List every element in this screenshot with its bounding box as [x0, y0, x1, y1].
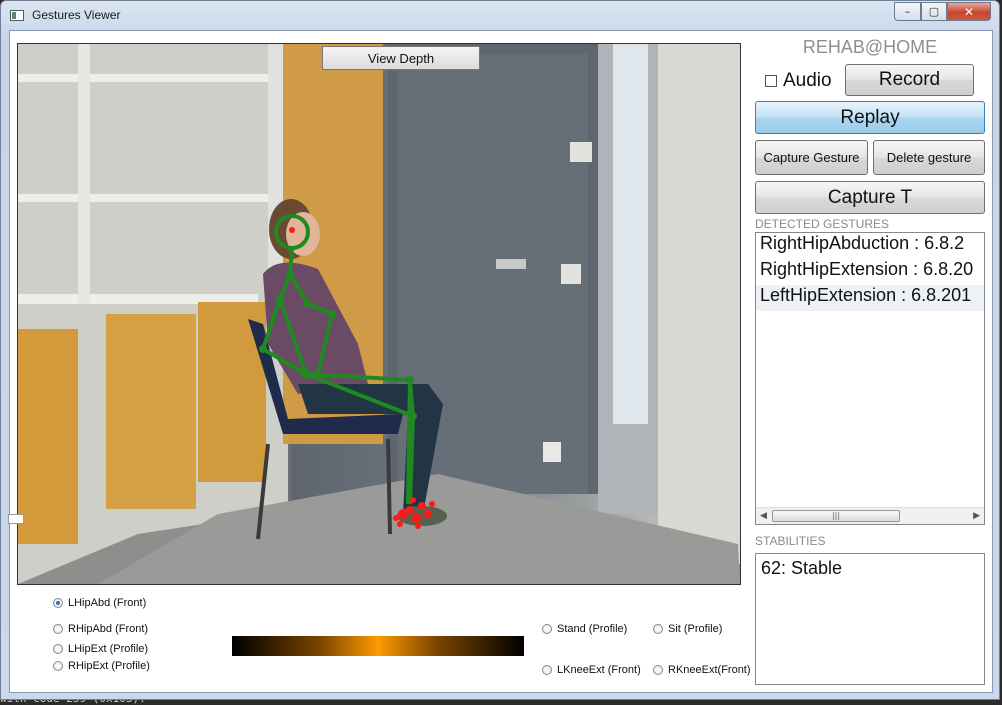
option-label: LKneeExt (Front): [557, 664, 641, 676]
camera-scene: [18, 44, 740, 584]
capture-t-button[interactable]: Capture T: [755, 181, 985, 214]
option-lkneeext-front[interactable]: LKneeExt (Front): [542, 664, 641, 676]
app-window: Gestures Viewer – ▢ ✕ View Depth REHAB@H…: [0, 0, 1000, 700]
radio-icon[interactable]: [542, 665, 552, 675]
radio-icon[interactable]: [53, 624, 63, 634]
option-label: RHipExt (Profile): [68, 660, 150, 672]
close-button[interactable]: ✕: [947, 2, 991, 21]
stability-entry: 62: Stable: [761, 558, 843, 578]
radio-icon[interactable]: [53, 661, 63, 671]
side-slider-thumb[interactable]: [8, 514, 24, 524]
option-sit-profile[interactable]: Sit (Profile): [653, 623, 722, 635]
client-area: View Depth REHAB@HOME Audio Record Repla…: [8, 30, 993, 693]
list-item[interactable]: RightHipExtension : 6.8.20: [756, 259, 984, 285]
scroll-left-icon[interactable]: ◀: [760, 511, 767, 521]
audio-toggle[interactable]: Audio: [765, 70, 832, 92]
option-rhipabd-front[interactable]: RHipAbd (Front): [53, 623, 148, 635]
option-label: RHipAbd (Front): [68, 623, 149, 635]
audio-checkbox[interactable]: [765, 75, 777, 87]
replay-button[interactable]: Replay: [755, 101, 985, 134]
maximize-icon: ▢: [928, 5, 940, 18]
option-lhipext-profile[interactable]: LHipExt (Profile): [53, 643, 148, 655]
audio-label: Audio: [783, 70, 832, 91]
radio-icon[interactable]: [53, 598, 63, 608]
radio-icon[interactable]: [53, 644, 63, 654]
stabilities-box: 62: Stable: [755, 553, 985, 685]
option-label: Sit (Profile): [668, 623, 723, 635]
option-rkneeext-front[interactable]: RKneeExt(Front): [653, 664, 751, 676]
minimize-icon: –: [904, 5, 911, 18]
scroll-right-icon[interactable]: ▶: [973, 511, 980, 521]
horizontal-scrollbar[interactable]: ◀ ||| ▶: [756, 507, 984, 524]
window-title: Gestures Viewer: [32, 8, 121, 22]
delete-gesture-button[interactable]: Delete gesture: [873, 140, 985, 175]
radio-icon[interactable]: [653, 665, 663, 675]
radio-icon[interactable]: [542, 624, 552, 634]
option-label: RKneeExt(Front): [668, 664, 751, 676]
option-rhipext-profile[interactable]: RHipExt (Profile): [53, 660, 150, 672]
view-depth-button[interactable]: View Depth: [322, 46, 480, 70]
close-icon: ✕: [963, 4, 975, 19]
detected-gestures-label: DETECTED GESTURES: [755, 217, 890, 231]
detected-gestures-list[interactable]: RightHipAbduction : 6.8.2 RightHipExtens…: [755, 232, 985, 525]
minimize-button[interactable]: –: [894, 2, 921, 21]
title-bar[interactable]: Gestures Viewer – ▢ ✕: [1, 1, 999, 31]
stabilities-label: STABILITIES: [755, 534, 826, 548]
option-label: Stand (Profile): [557, 623, 628, 635]
option-label: LHipExt (Profile): [68, 643, 149, 655]
option-lhipabd-front[interactable]: LHipAbd (Front): [53, 597, 146, 609]
record-button[interactable]: Record: [845, 64, 974, 96]
scrollbar-thumb[interactable]: |||: [772, 510, 900, 522]
brand-title: REHAB@HOME: [802, 37, 938, 57]
app-icon: [10, 10, 24, 21]
list-item[interactable]: RightHipAbduction : 6.8.2: [756, 233, 984, 259]
maximize-button[interactable]: ▢: [921, 2, 947, 21]
camera-feed: View Depth: [17, 43, 741, 585]
capture-gesture-button[interactable]: Capture Gesture: [755, 140, 868, 175]
option-stand-profile[interactable]: Stand (Profile): [542, 623, 627, 635]
option-label: LHipAbd (Front): [68, 597, 147, 609]
depth-gradient-bar: [232, 636, 524, 656]
list-item[interactable]: LeftHipExtension : 6.8.201: [756, 285, 984, 311]
radio-icon[interactable]: [653, 624, 663, 634]
